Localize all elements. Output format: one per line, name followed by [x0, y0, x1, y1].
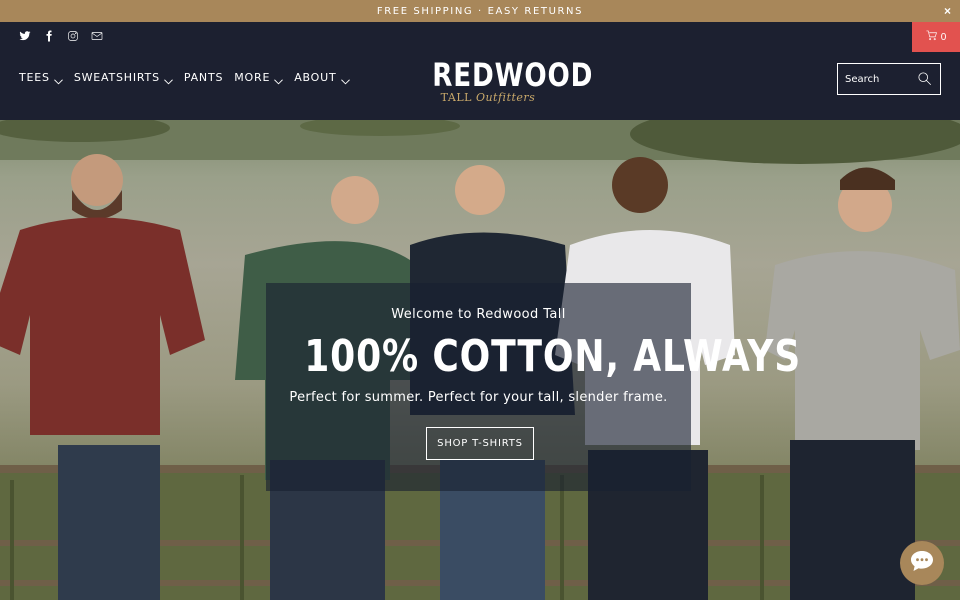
chevron-down-icon	[274, 75, 284, 84]
shop-tshirts-button[interactable]: SHOP T-SHIRTS	[426, 427, 534, 460]
chat-button[interactable]	[900, 541, 944, 585]
nav-item-label: PANTS	[183, 71, 224, 84]
chevron-down-icon	[53, 75, 63, 84]
search-icon[interactable]	[917, 71, 932, 86]
site-logo[interactable]: REDWOOD TALL Outfitters	[420, 56, 594, 114]
nav-item-label: ABOUT	[294, 71, 337, 84]
cart-count: 0	[940, 31, 947, 43]
nav-item-about[interactable]: ABOUT	[294, 71, 350, 84]
search-box	[837, 63, 941, 95]
hero-description: Perfect for summer. Perfect for your tal…	[289, 390, 668, 405]
nav-item-sweatshirts[interactable]: SWEATSHIRTS	[74, 71, 173, 84]
chevron-down-icon	[163, 75, 173, 84]
close-icon[interactable]: ×	[944, 4, 951, 18]
site-header: 0 TEES SWEATSHIRTS PANTS MORE ABOUT REDW…	[0, 22, 960, 120]
twitter-icon[interactable]	[19, 30, 31, 42]
chat-bubble-icon	[910, 550, 934, 577]
hero-title: 100% COTTON, ALWAYS	[304, 331, 802, 382]
cart-icon	[926, 30, 937, 44]
announcement-bar: FREE SHIPPING · EASY RETURNS ×	[0, 0, 960, 22]
hero-overlay: Welcome to Redwood Tall 100% COTTON, ALW…	[266, 283, 802, 491]
nav-item-more[interactable]: MORE	[234, 71, 284, 84]
search-input[interactable]	[845, 73, 915, 85]
instagram-icon[interactable]	[67, 30, 79, 42]
nav-item-label: MORE	[234, 71, 271, 84]
hero-eyebrow: Welcome to Redwood Tall	[391, 307, 566, 322]
email-icon[interactable]	[91, 30, 103, 42]
nav-item-label: TEES	[19, 71, 50, 84]
nav-item-label: SWEATSHIRTS	[73, 71, 160, 84]
nav-item-pants[interactable]: PANTS	[184, 71, 223, 84]
chevron-down-icon	[340, 75, 350, 84]
hero-banner: Welcome to Redwood Tall 100% COTTON, ALW…	[0, 120, 960, 600]
logo-wordmark: REDWOOD	[432, 56, 594, 94]
nav-item-tees[interactable]: TEES	[19, 71, 63, 84]
social-links	[19, 30, 103, 42]
announcement-text: FREE SHIPPING · EASY RETURNS	[376, 5, 584, 17]
cart-button[interactable]: 0	[912, 22, 960, 52]
main-nav: TEES SWEATSHIRTS PANTS MORE ABOUT	[19, 71, 350, 84]
facebook-icon[interactable]	[43, 30, 55, 42]
